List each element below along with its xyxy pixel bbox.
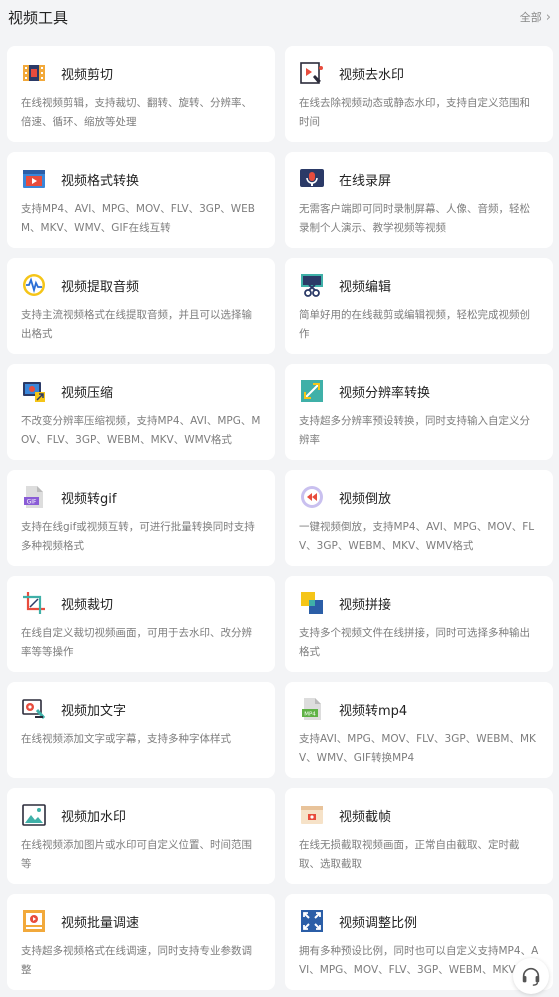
tool-card-header: 视频调整比例	[299, 908, 539, 934]
chevron-right-icon: ›	[545, 9, 551, 25]
tool-title: 视频倒放	[339, 491, 392, 507]
tool-card-header: 视频加文字	[21, 696, 261, 722]
tool-card-header: 视频提取音频	[21, 272, 261, 298]
tool-card-video-format-convert[interactable]: 视频格式转换支持MP4、AVI、MPG、MOV、FLV、3GP、WEBM、MKV…	[7, 152, 275, 248]
tool-grid: 视频剪切 在线视频剪辑，支持裁切、翻转、旋转、分辨率、倍速、循环、缩放等处理 视频去…	[7, 46, 553, 990]
svg-text:GIF: GIF	[27, 499, 37, 506]
tool-description: 简单好用的在线裁剪或编辑视频，轻松完成视频创作	[299, 309, 530, 340]
tool-description: 支持多个视频文件在线拼接，同时可选择多种输出格式	[299, 627, 530, 658]
tool-card-header: 视频分辨率转换	[299, 378, 539, 404]
tool-title: 视频编辑	[339, 279, 392, 295]
tool-card-header: MP4 视频转mp4	[299, 696, 539, 722]
tool-card-video-watermark-remove[interactable]: 视频去水印在线去除视频动态或静态水印，支持自定义范围和时间	[285, 46, 553, 142]
frame-window-icon	[299, 802, 325, 828]
tool-title: 视频去水印	[339, 67, 405, 83]
tool-card-header: 视频加水印	[21, 802, 261, 828]
tool-card-video-compress[interactable]: 视频压缩不改变分辨率压缩视频，支持MP4、AVI、MPG、MOV、FLV、3GP…	[7, 364, 275, 460]
tool-card-video-cut[interactable]: 视频剪切在线视频剪辑，支持裁切、翻转、旋转、分辨率、倍速、循环、缩放等处理	[7, 46, 275, 142]
tool-title: 视频转mp4	[339, 703, 408, 719]
tool-title: 视频压缩	[61, 385, 114, 401]
tool-description: 支持AVI、MPG、MOV、FLV、3GP、WEBM、MKV、WMV、GIF转换…	[299, 733, 536, 764]
section-title: 视频工具	[8, 8, 69, 27]
tool-description: 在线自定义裁切视频画面，可用于去水印、改分辨率等等操作	[21, 627, 252, 658]
text-pen-icon	[21, 696, 47, 722]
rewind-icon	[299, 484, 325, 510]
view-all-link[interactable]: 全部 ›	[520, 9, 551, 25]
image-landscape-icon	[21, 802, 47, 828]
tool-description: 无需客户端即可同时录制屏幕、人像、音频，轻松录制个人演示、教学视频等视频	[299, 203, 530, 234]
tool-card-header: 视频裁切	[21, 590, 261, 616]
view-all-label: 全部	[519, 11, 542, 24]
tool-title: 视频裁切	[61, 597, 114, 613]
tool-card-resolution-convert[interactable]: 视频分辨率转换支持超多分辨率预设转换，同时支持输入自定义分辨率	[285, 364, 553, 460]
tool-title: 视频批量调速	[61, 915, 140, 931]
tool-description: 在线无损截取视频画面，正常自由截取、定时截取、选取截取	[299, 839, 520, 870]
tool-description: 支持在线gif或视频互转，可进行批量转换同时支持多种视频格式	[21, 521, 255, 552]
svg-text:MP4: MP4	[304, 712, 316, 718]
headset-icon	[522, 967, 540, 986]
microphone-icon	[299, 166, 325, 192]
tool-description: 拥有多种预设比例，同时也可以自定义支持MP4、AVI、MPG、MOV、FLV、3…	[299, 945, 539, 976]
tool-card-video-edit[interactable]: 视频编辑简单好用的在线裁剪或编辑视频，轻松完成视频创作	[285, 258, 553, 354]
tool-title: 视频提取音频	[61, 279, 140, 295]
tool-card-video-merge[interactable]: 视频拼接支持多个视频文件在线拼接，同时可选择多种输出格式	[285, 576, 553, 672]
tool-description: 支持超多分辨率预设转换，同时支持输入自定义分辨率	[299, 415, 530, 446]
eraser-video-icon	[299, 60, 325, 86]
tool-card-video-to-mp4[interactable]: MP4 视频转mp4 支持AVI、MPG、MOV、FLV、3GP、WEBM、MKV、…	[285, 682, 553, 778]
tool-card-video-reverse[interactable]: 视频倒放一键视频倒放，支持MP4、AVI、MPG、MOV、FLV、3GP、WEB…	[285, 470, 553, 566]
tool-card-screen-record[interactable]: 在线录屏无需客户端即可同时录制屏幕、人像、音频，轻松录制个人演示、教学视频等视频	[285, 152, 553, 248]
tool-card-header: 视频倒放	[299, 484, 539, 510]
section-header: 视频工具 全部 ›	[0, 0, 559, 34]
speed-play-icon	[21, 908, 47, 934]
tool-title: 视频截帧	[339, 809, 392, 825]
scissors-film-icon	[299, 272, 325, 298]
tool-title: 视频加水印	[61, 809, 127, 825]
tool-description: 在线去除视频动态或静态水印，支持自定义范围和时间	[299, 97, 530, 128]
tool-title: 视频分辨率转换	[339, 385, 431, 401]
tool-card-audio-extract[interactable]: 视频提取音频支持主流视频格式在线提取音频，并且可以选择输出格式	[7, 258, 275, 354]
tool-card-video-add-watermark[interactable]: 视频加水印在线视频添加图片或水印可自定义位置、时间范围等	[7, 788, 275, 884]
tool-card-video-crop[interactable]: 视频裁切在线自定义裁切视频画面，可用于去水印、改分辨率等等操作	[7, 576, 275, 672]
gif-file-icon: GIF	[21, 484, 47, 510]
tool-description: 一键视频倒放，支持MP4、AVI、MPG、MOV、FLV、3GP、WEBM、MK…	[299, 521, 535, 552]
tool-title: 视频格式转换	[61, 173, 140, 189]
tool-card-video-frame-capture[interactable]: 视频截帧在线无损截取视频画面，正常自由截取、定时截取、选取截取	[285, 788, 553, 884]
audio-wave-icon	[21, 272, 47, 298]
tool-card-header: 在线录屏	[299, 166, 539, 192]
tool-description: 在线视频添加图片或水印可自定义位置、时间范围等	[21, 839, 252, 870]
tool-card-header: 视频编辑	[299, 272, 539, 298]
tool-card-header: GIF 视频转gif	[21, 484, 261, 510]
tool-card-header: 视频拼接	[299, 590, 539, 616]
video-window-icon	[21, 166, 47, 192]
tool-description: 在线视频剪辑，支持裁切、翻转、旋转、分辨率、倍速、循环、缩放等处理	[21, 97, 252, 128]
expand-arrows-icon	[299, 908, 325, 934]
tool-card-header: 视频截帧	[299, 802, 539, 828]
tool-card-header: 视频批量调速	[21, 908, 261, 934]
tool-description: 支持MP4、AVI、MPG、MOV、FLV、3GP、WEBM、MKV、WMV、G…	[21, 203, 255, 234]
tool-title: 视频拼接	[339, 597, 392, 613]
tool-title: 在线录屏	[339, 173, 392, 189]
tool-description: 不改变分辨率压缩视频，支持MP4、AVI、MPG、MOV、FLV、3GP、WEB…	[21, 415, 261, 446]
mp4-file-icon: MP4	[299, 696, 325, 722]
tool-description: 在线视频添加文字或字幕，支持多种字体样式	[21, 733, 231, 745]
tool-card-batch-speed[interactable]: 视频批量调速支持超多视频格式在线调速，同时支持专业参数调整	[7, 894, 275, 990]
tool-card-header: 视频去水印	[299, 60, 539, 86]
crop-icon	[21, 590, 47, 616]
merge-squares-icon	[299, 590, 325, 616]
tool-card-header: 视频剪切	[21, 60, 261, 86]
resize-arrows-icon	[299, 378, 325, 404]
tool-card-video-add-text[interactable]: 视频加文字在线视频添加文字或字幕，支持多种字体样式	[7, 682, 275, 778]
film-strip-icon	[21, 60, 47, 86]
compress-monitor-icon	[21, 378, 47, 404]
tool-description: 支持超多视频格式在线调速，同时支持专业参数调整	[21, 945, 252, 976]
tool-title: 视频调整比例	[339, 915, 418, 931]
tool-title: 视频加文字	[61, 703, 127, 719]
tool-card-header: 视频格式转换	[21, 166, 261, 192]
customer-service-button[interactable]	[513, 958, 549, 994]
tool-card-header: 视频压缩	[21, 378, 261, 404]
tool-description: 支持主流视频格式在线提取音频，并且可以选择输出格式	[21, 309, 252, 340]
tool-title: 视频转gif	[61, 491, 117, 507]
tool-title: 视频剪切	[61, 67, 114, 83]
tool-card-video-to-gif[interactable]: GIF 视频转gif 支持在线gif或视频互转，可进行批量转换同时支持多种视频格式	[7, 470, 275, 566]
